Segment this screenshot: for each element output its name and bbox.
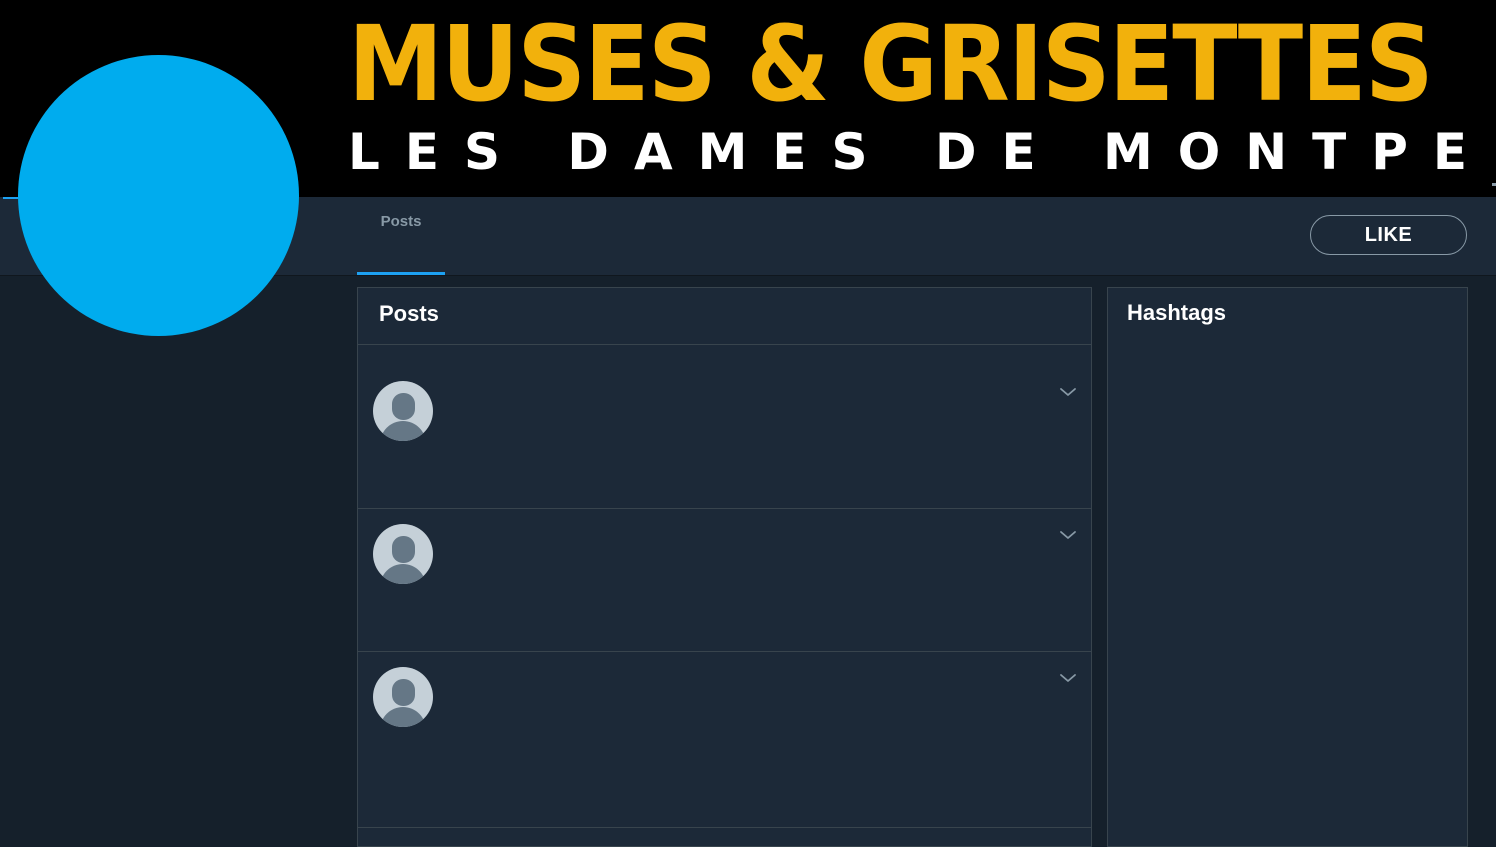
chevron-down-icon[interactable] [1058,384,1078,400]
like-button[interactable]: LIKE [1310,215,1467,255]
tab-posts-label: Posts [380,213,422,230]
chevron-down-icon[interactable] [1058,670,1078,686]
hashtags-panel-title: Hashtags [1127,300,1227,325]
default-user-avatar-icon[interactable] [373,381,433,441]
hashtags-panel: Hashtags [1107,287,1468,847]
post-item[interactable] [358,652,1091,828]
post-item[interactable] [358,509,1091,652]
banner-title: MUSES & GRISETTES [348,3,1434,125]
posts-panel-title: Posts [379,301,439,326]
banner-subtitle: LES DAMES DE MONTPELLIER [348,123,1496,181]
profile-avatar[interactable] [18,55,299,336]
posts-panel: Posts [357,287,1092,847]
banner-edge-mark [1492,183,1496,186]
default-user-avatar-icon[interactable] [373,524,433,584]
tab-active-indicator [357,272,445,275]
posts-panel-header: Posts [358,288,1091,345]
tab-posts[interactable]: Posts [357,197,445,275]
default-user-avatar-icon[interactable] [373,667,433,727]
post-item[interactable] [358,345,1091,509]
chevron-down-icon[interactable] [1058,527,1078,543]
